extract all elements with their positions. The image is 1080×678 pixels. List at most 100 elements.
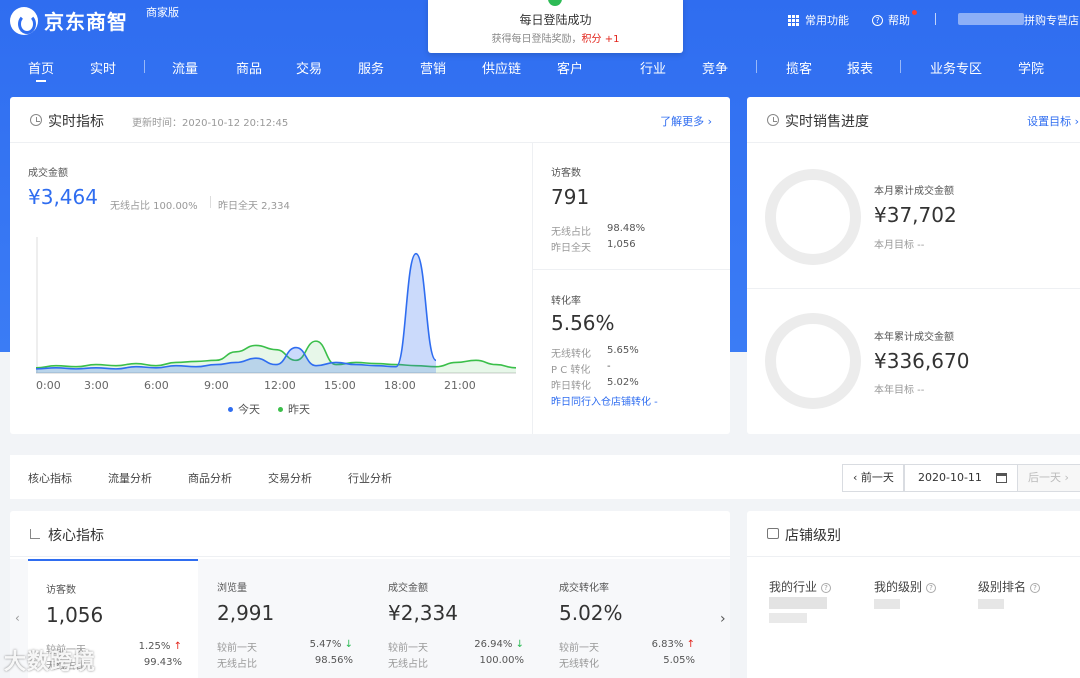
month-target: 本月目标 -- [874, 240, 925, 251]
level-rank-label: 级别排名? [978, 578, 1041, 595]
x-tick-label: 9:00 [204, 379, 229, 392]
bar-chart-icon [30, 529, 40, 539]
conversion-label: 转化率 [551, 296, 581, 307]
help-icon[interactable]: ? [821, 582, 832, 593]
set-target-link[interactable]: 设置目标 › [1027, 113, 1079, 129]
metric-value: 5.02% [559, 601, 623, 625]
brand-logo[interactable]: 京东商智 [10, 6, 128, 35]
blurred-value [769, 613, 807, 623]
help-icon[interactable]: ? [1030, 582, 1041, 593]
visitors-yday-label: 昨日全天 [551, 243, 591, 254]
divider [532, 269, 730, 270]
scroll-right-button[interactable]: › [720, 611, 726, 627]
metric-title: 成交金额 [388, 583, 428, 594]
year-label: 本年累计成交金额 [874, 332, 954, 343]
brand-name: 京东商智 [44, 10, 128, 34]
date-picker[interactable]: 2020-10-11 [904, 464, 1018, 492]
analysis-tab-1[interactable]: 流量分析 [108, 470, 152, 486]
metric-1[interactable]: 浏览量 2,991 较前一天 5.47% ↓ 无线占比 98.56% [199, 559, 369, 678]
card-header: 核心指标 [10, 511, 730, 557]
scroll-left-button[interactable]: ‹ [15, 611, 20, 625]
metric-sub: 无线占比 98.56% [217, 655, 353, 670]
nav-item-6[interactable]: 营销 [420, 58, 446, 77]
analysis-tab-0[interactable]: 核心指标 [28, 470, 72, 486]
nav-divider [900, 60, 901, 73]
legend-dot [278, 406, 283, 412]
visitors-value: 791 [551, 185, 590, 209]
toast-description: 获得每日登陆奖励，积分 +1 [491, 34, 620, 45]
card-title: 核心指标 [48, 528, 104, 544]
conv-pc-value: - [607, 361, 611, 372]
x-tick-label: 3:00 [84, 379, 109, 392]
x-tick-label: 6:00 [144, 379, 169, 392]
nav-item-8[interactable]: 客户 [557, 58, 583, 77]
metric-value: 1,056 [46, 603, 104, 627]
nav-item-3[interactable]: 商品 [236, 58, 262, 77]
conversion-value: 5.56% [551, 311, 615, 335]
analysis-tab-2[interactable]: 商品分析 [188, 470, 232, 486]
nav-item-2[interactable]: 流量 [172, 58, 198, 77]
gmv-value: ¥3,464 [28, 185, 98, 209]
trend-arrow-icon: ↑ [686, 639, 695, 650]
clock-icon [30, 114, 42, 126]
check-icon [548, 0, 562, 6]
sales-progress-card: 实时销售进度 设置目标 › 本月累计成交金额 ¥37,702 本月目标 -- 本… [747, 97, 1080, 434]
card-title: 实时指标 [48, 114, 104, 130]
metric-compare: 较前一天 26.94% ↓ [388, 639, 524, 654]
learn-more-link[interactable]: 了解更多 › [660, 113, 712, 129]
help-icon[interactable]: ? [926, 582, 937, 593]
help-button[interactable]: ? 帮助 [872, 12, 910, 28]
nav-item-10[interactable]: 竞争 [702, 58, 728, 77]
gmv-label: 成交金额 [28, 168, 68, 179]
peer-conversion-link[interactable]: 昨日同行入仓店铺转化 - [551, 393, 658, 408]
nav-item-9[interactable]: 行业 [640, 58, 666, 77]
nav-item-4[interactable]: 交易 [296, 58, 322, 77]
visitors-wireless-label: 无线占比 [551, 227, 591, 238]
metric-3[interactable]: 成交转化率 5.02% 较前一天 6.83% ↑ 无线转化 5.05% [541, 559, 711, 678]
login-success-toast: 每日登陆成功 获得每日登陆奖励，积分 +1 [428, 0, 683, 53]
nav-item-11[interactable]: 揽客 [786, 58, 812, 77]
x-tick-label: 18:00 [384, 379, 416, 392]
common-functions-button[interactable]: 常用功能 [788, 12, 849, 28]
metric-value: 2,991 [217, 601, 275, 625]
legend-yesterday[interactable]: 昨天 [278, 401, 310, 417]
shop-icon [767, 528, 779, 539]
x-tick-label: 12:00 [264, 379, 296, 392]
realtime-metrics-card: 实时指标 更新时间：2020-10-12 20:12:45 了解更多 › 成交金… [10, 97, 730, 434]
year-progress-ring [765, 313, 861, 409]
nav-item-1[interactable]: 实时 [90, 58, 116, 77]
nav-divider [756, 60, 757, 73]
toast-title: 每日登陆成功 [519, 13, 592, 27]
nav-item-5[interactable]: 服务 [358, 58, 384, 77]
conv-yday-label: 昨日转化 [551, 381, 591, 392]
visitors-wireless-value: 98.48% [607, 223, 646, 234]
visitors-yday-value: 1,056 [607, 239, 636, 250]
metric-compare: 较前一天 6.83% ↑ [559, 639, 695, 654]
nav-item-0[interactable]: 首页 [28, 58, 54, 77]
nav-item-14[interactable]: 学院 [1018, 58, 1044, 77]
metric-sub: 无线占比 100.00% [388, 655, 524, 670]
metric-title: 访客数 [46, 585, 76, 596]
trend-arrow-icon: ↑ [173, 641, 182, 652]
next-day-button[interactable]: 后一天 › [1017, 464, 1080, 492]
update-time: 更新时间：2020-10-12 20:12:45 [132, 118, 289, 129]
metric-sub: 无线转化 5.05% [559, 655, 695, 670]
legend-today[interactable]: 今天 [228, 401, 260, 417]
conv-wireless-label: 无线转化 [551, 349, 591, 360]
blurred-shop-name [958, 13, 1024, 25]
analysis-tab-4[interactable]: 行业分析 [348, 470, 392, 486]
card-header: 实时指标 更新时间：2020-10-12 20:12:45 了解更多 › [10, 97, 730, 143]
analysis-tab-3[interactable]: 交易分析 [268, 470, 312, 486]
metric-2[interactable]: 成交金额 ¥2,334 较前一天 26.94% ↓ 无线占比 100.00% [370, 559, 540, 678]
conv-yday-value: 5.02% [607, 377, 639, 388]
watermark: 大数跨境 [4, 650, 97, 675]
blurred-value [978, 599, 1004, 609]
nav-item-7[interactable]: 供应链 [482, 58, 521, 77]
shop-name[interactable]: 拼购专营店 [1024, 12, 1079, 28]
brand-subtitle: 商家版 [146, 6, 179, 19]
nav-item-12[interactable]: 报表 [847, 58, 873, 77]
prev-day-button[interactable]: ‹ 前一天 [842, 464, 904, 492]
card-title: 实时销售进度 [785, 114, 869, 130]
nav-item-13[interactable]: 业务专区 [930, 58, 982, 77]
metric-title: 成交转化率 [559, 583, 609, 594]
